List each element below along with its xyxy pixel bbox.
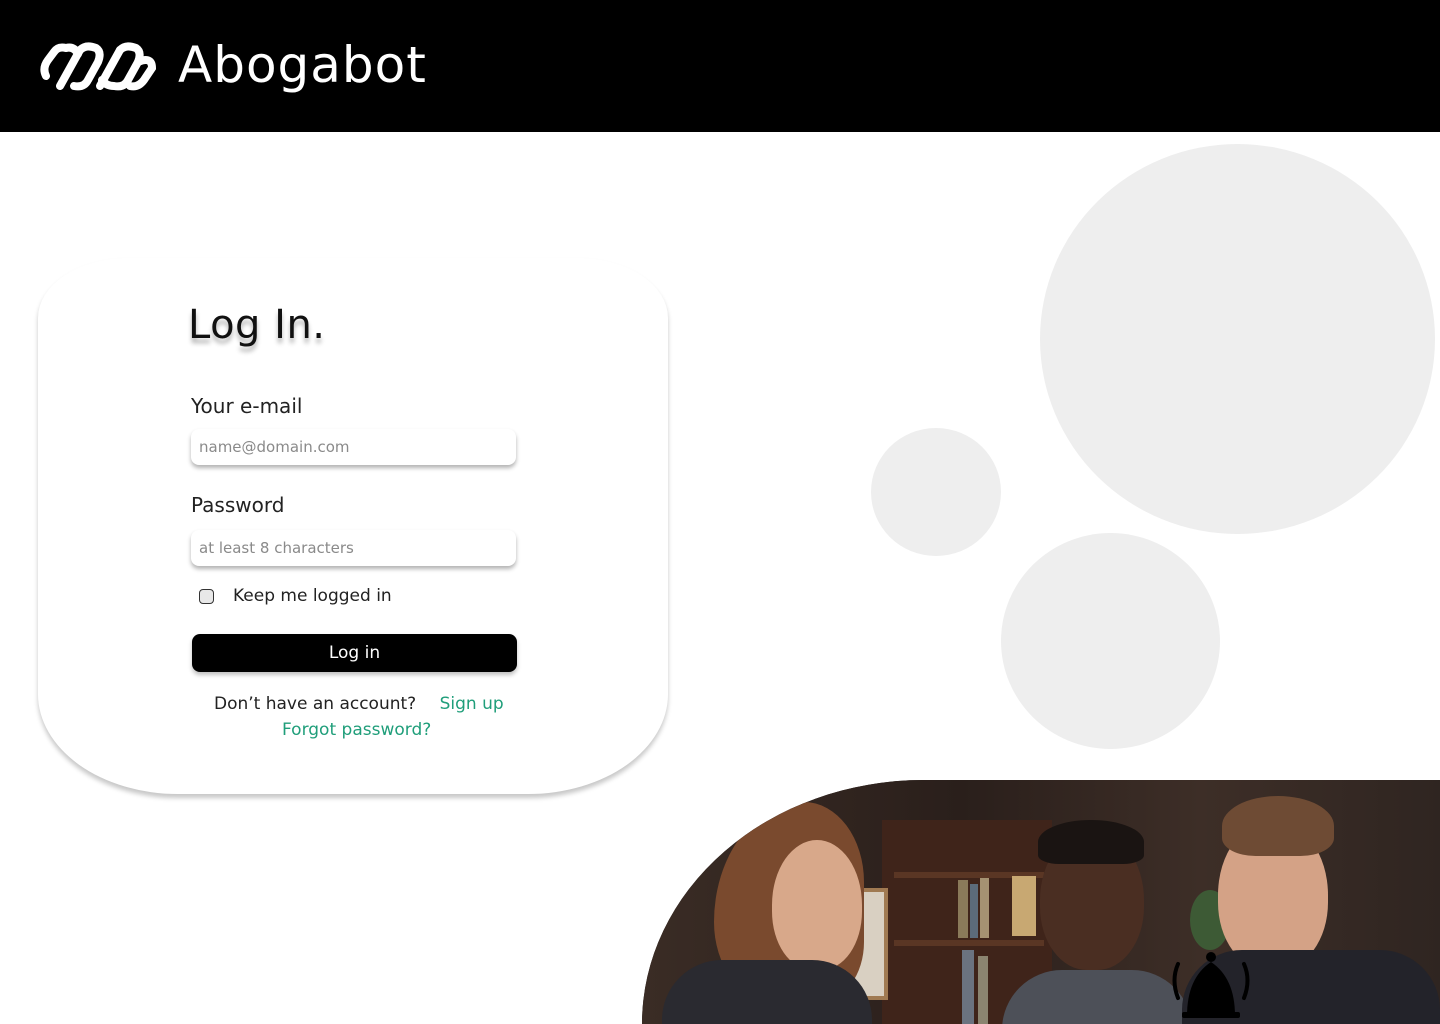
no-account-text: Don’t have an account? <box>214 694 417 714</box>
login-card: Log In. Your e-mail Password Keep me log… <box>38 258 668 794</box>
login-button[interactable]: Log in <box>192 634 517 672</box>
decorative-circle-large <box>1040 144 1435 534</box>
signup-prompt: Don’t have an account? Sign up <box>214 694 504 714</box>
keep-logged-in-label[interactable]: Keep me logged in <box>233 586 392 606</box>
app-header: Abogabot <box>0 0 1440 132</box>
forgot-password-link[interactable]: Forgot password? <box>282 720 431 740</box>
decorative-circle-medium <box>1001 533 1220 749</box>
keep-logged-in-checkbox[interactable] <box>199 589 214 604</box>
signup-link[interactable]: Sign up <box>440 694 504 714</box>
email-field[interactable] <box>191 429 516 465</box>
page-title: Log In. <box>188 302 326 348</box>
bell-icon[interactable] <box>1170 950 1252 1024</box>
brand-name: Abogabot <box>178 36 427 94</box>
password-label: Password <box>191 493 285 517</box>
password-field[interactable] <box>191 530 516 566</box>
chain-link-icon <box>40 42 157 91</box>
email-label: Your e-mail <box>191 394 303 418</box>
office-photo <box>642 780 1440 1024</box>
decorative-circle-small <box>871 428 1001 556</box>
